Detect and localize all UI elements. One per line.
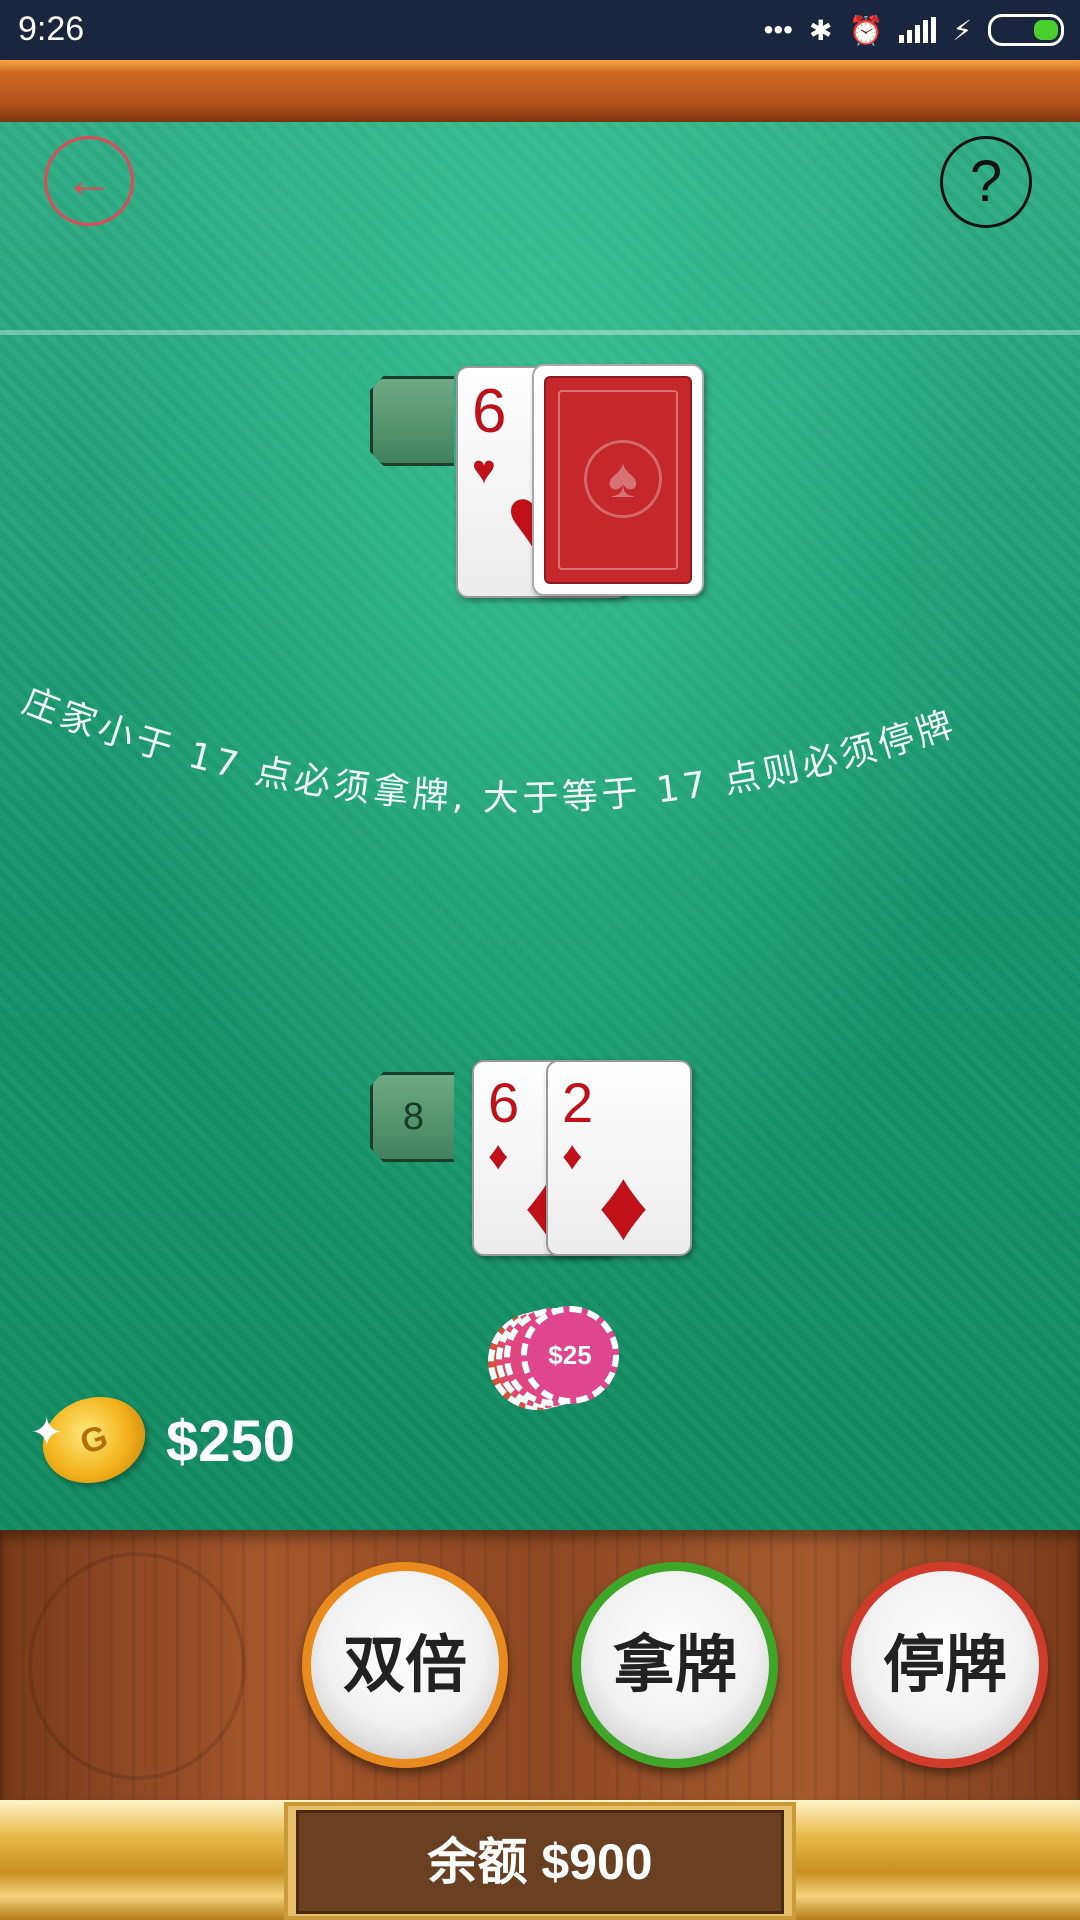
card-rank: 6 xyxy=(472,377,507,446)
bluetooth-icon: ✱ xyxy=(808,14,833,46)
double-label: 双倍 xyxy=(342,1628,467,1701)
balance-panel: 余额 $900 xyxy=(296,1810,784,1914)
player-score-box: 8 xyxy=(370,1072,454,1162)
double-button[interactable]: 双倍 xyxy=(302,1562,508,1768)
wood-knot xyxy=(28,1552,246,1780)
diamond-icon: ♦ xyxy=(598,1149,650,1256)
alarm-icon: ⏰ xyxy=(848,14,884,46)
stand-label: 停牌 xyxy=(882,1628,1007,1701)
help-icon: ? xyxy=(969,149,1003,214)
coin-total: $250 xyxy=(166,1409,296,1474)
spade-icon: ♠ xyxy=(584,440,662,518)
card-rank: 6 xyxy=(488,1071,520,1134)
player-score: 8 xyxy=(402,1096,425,1138)
stand-button[interactable]: 停牌 xyxy=(842,1562,1048,1768)
battery-icon xyxy=(988,14,1064,46)
diamond-icon: ♦ xyxy=(488,1134,509,1178)
svg-text:庄家小于 17 点必须拿牌, 大于等于 17 点则必须停牌: 庄家小于 17 点必须拿牌, 大于等于 17 点则必须停牌 xyxy=(17,680,962,819)
sparkle-icon: ✦ xyxy=(30,1411,64,1455)
dealer-card-2-facedown: ♠ xyxy=(532,364,704,596)
status-time: 9:26 xyxy=(18,10,85,48)
rule-text: 庄家小于 17 点必须拿牌, 大于等于 17 点则必须停牌 xyxy=(17,680,958,819)
chip-value: $25 xyxy=(548,1340,592,1370)
back-arrow-icon: ← xyxy=(64,152,114,208)
status-icons: ••• ✱ ⏰ ⚡ xyxy=(764,10,1064,50)
card-rank: 2 xyxy=(562,1071,594,1134)
diamond-icon: ♦ xyxy=(562,1134,583,1178)
back-button[interactable]: ← xyxy=(44,136,134,226)
table-top-rail xyxy=(0,60,1080,122)
status-bar: 9:26 ••• ✱ ⏰ ⚡ xyxy=(0,0,1080,60)
dealer-rule-text: 庄家小于 17 点必须拿牌, 大于等于 17 点则必须停牌 xyxy=(17,680,962,819)
balance-text: 余额 $900 xyxy=(427,1834,653,1890)
signal-icon xyxy=(899,17,937,43)
player-card-2: 2 ♦ ♦ xyxy=(546,1060,692,1256)
more-icon: ••• xyxy=(763,14,793,45)
bet-chip-stack[interactable]: $25 xyxy=(488,1306,619,1416)
heart-icon: ♥ xyxy=(472,448,496,492)
hit-button[interactable]: 拿牌 xyxy=(572,1562,778,1768)
card-back-pattern: ♠ xyxy=(544,376,692,584)
dealer-score-box xyxy=(370,376,454,466)
help-button[interactable]: ? xyxy=(940,136,1032,228)
felt-divider xyxy=(0,330,1080,335)
charging-icon: ⚡ xyxy=(952,14,972,46)
hit-label: 拿牌 xyxy=(612,1628,737,1701)
